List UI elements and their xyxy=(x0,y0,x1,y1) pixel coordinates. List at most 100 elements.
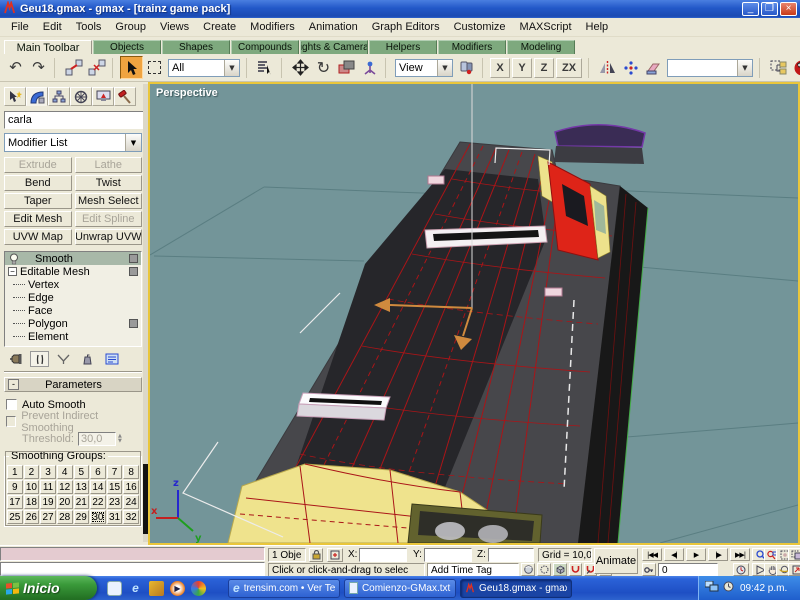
restrict-y-button[interactable]: Y xyxy=(512,58,532,78)
menu-item-modifiers[interactable]: Modifiers xyxy=(243,19,302,35)
mirror-button[interactable] xyxy=(596,56,619,79)
unlink-selection-button[interactable] xyxy=(85,56,108,79)
time-tag-field[interactable]: Add Time Tag xyxy=(427,563,519,577)
min-max-toggle-button[interactable] xyxy=(788,563,800,576)
x-coordinate-field[interactable] xyxy=(359,548,407,562)
smoothing-group-31[interactable]: 31 xyxy=(107,510,123,524)
smoothing-group-9[interactable]: 9 xyxy=(7,480,23,494)
array-button[interactable] xyxy=(619,56,642,79)
stack-item-face[interactable]: Face xyxy=(5,304,141,317)
undo-button[interactable]: ↶ xyxy=(4,56,27,79)
maximize-button[interactable]: ❐ xyxy=(761,2,778,16)
previous-frame-button[interactable]: ◀| xyxy=(664,548,684,561)
reference-coordinate-dropdown[interactable]: View ▼ xyxy=(395,59,453,77)
smoothing-group-21[interactable]: 21 xyxy=(74,495,90,509)
dropdown-arrow-icon[interactable]: ▼ xyxy=(737,60,752,76)
smoothing-group-29[interactable]: 29 xyxy=(74,510,90,524)
select-and-move-button[interactable] xyxy=(289,56,312,79)
smoothing-group-2[interactable]: 2 xyxy=(24,465,40,479)
smoothing-group-20[interactable]: 20 xyxy=(57,495,73,509)
restrict-x-button[interactable]: X xyxy=(490,58,510,78)
stack-onoff-swatch[interactable] xyxy=(129,254,138,263)
menu-item-edit[interactable]: Edit xyxy=(36,19,69,35)
smoothing-group-4[interactable]: 4 xyxy=(57,465,73,479)
stack-item-vertex[interactable]: Vertex xyxy=(5,278,141,291)
modifier-list-dropdown[interactable]: Modifier List ▼ xyxy=(4,133,142,152)
toolbar-tab-compounds[interactable]: Compounds xyxy=(231,40,299,54)
smoothing-group-16[interactable]: 16 xyxy=(123,480,139,494)
smoothing-group-8[interactable]: 8 xyxy=(123,465,139,479)
smoothing-group-5[interactable]: 5 xyxy=(74,465,90,479)
smoothing-group-18[interactable]: 18 xyxy=(24,495,40,509)
named-selection-dropdown[interactable]: ▼ xyxy=(667,59,753,77)
modifier-button-mesh-select[interactable]: Mesh Select xyxy=(75,193,143,209)
show-end-result-button[interactable] xyxy=(30,351,49,367)
menu-item-create[interactable]: Create xyxy=(196,19,243,35)
smoothing-group-25[interactable]: 25 xyxy=(7,510,23,524)
taskbar-window-2[interactable]: Comienzo-GMax.txt -... xyxy=(344,579,456,598)
time-configuration-icon[interactable] xyxy=(733,563,749,576)
dropdown-arrow-icon[interactable]: ▼ xyxy=(125,134,141,151)
dropdown-arrow-icon[interactable]: ▼ xyxy=(224,60,239,76)
smoothing-group-22[interactable]: 22 xyxy=(90,495,106,509)
toolbar-tab-shapes[interactable]: Shapes xyxy=(162,40,230,54)
y-coordinate-field[interactable] xyxy=(424,548,472,562)
auto-smooth-checkbox[interactable] xyxy=(6,399,17,410)
select-and-link-button[interactable] xyxy=(62,56,85,79)
stack-item-editable-mesh[interactable]: −Editable Mesh xyxy=(5,265,141,278)
snap-3d-icon[interactable] xyxy=(569,563,582,576)
smoothing-group-19[interactable]: 19 xyxy=(40,495,56,509)
minimize-button[interactable]: _ xyxy=(742,2,759,16)
smoothing-group-30[interactable]: 30 xyxy=(90,510,106,524)
remove-modifier-button[interactable] xyxy=(78,351,97,367)
macro-recorder-line[interactable] xyxy=(0,547,265,561)
menu-item-tools[interactable]: Tools xyxy=(69,19,109,35)
modifier-button-twist[interactable]: Twist xyxy=(75,175,143,191)
quicklaunch-mediaplayer-icon[interactable]: ▶ xyxy=(170,581,185,596)
select-and-scale-button[interactable] xyxy=(335,56,358,79)
tab-modify[interactable] xyxy=(26,87,48,106)
crossing-selection-icon[interactable] xyxy=(553,563,567,576)
restrict-z-button[interactable]: Z xyxy=(534,58,554,78)
smoothing-group-12[interactable]: 12 xyxy=(57,480,73,494)
smoothing-group-26[interactable]: 26 xyxy=(24,510,40,524)
quicklaunch-ie-icon[interactable]: e xyxy=(128,581,143,596)
menu-item-group[interactable]: Group xyxy=(108,19,153,35)
smoothing-group-24[interactable]: 24 xyxy=(123,495,139,509)
smoothing-group-32[interactable]: 32 xyxy=(123,510,139,524)
toolbar-tab-modeling[interactable]: Modeling xyxy=(507,40,575,54)
smoothing-group-6[interactable]: 6 xyxy=(90,465,106,479)
select-and-manipulate-button[interactable] xyxy=(358,56,381,79)
viewport-label[interactable]: Perspective xyxy=(156,87,218,99)
quicklaunch-browser-icon[interactable] xyxy=(191,581,206,596)
modifier-button-uvw-map[interactable]: UVW Map xyxy=(4,229,72,245)
key-mode-icon[interactable] xyxy=(642,563,656,576)
network-icon[interactable] xyxy=(705,581,719,595)
quicklaunch-notepad-icon[interactable] xyxy=(107,581,122,596)
stack-onoff-swatch[interactable] xyxy=(129,267,138,276)
animate-button[interactable]: Animate xyxy=(594,548,638,574)
toolbar-tab-objects[interactable]: Objects xyxy=(93,40,161,54)
toolbar-tab-main-toolbar[interactable]: Main Toolbar xyxy=(4,40,92,54)
tab-hierarchy[interactable] xyxy=(48,87,70,106)
zoom-extents-all-button[interactable] xyxy=(788,548,800,561)
perspective-viewport[interactable]: z x y Perspective xyxy=(148,82,800,545)
smoothing-group-11[interactable]: 11 xyxy=(40,480,56,494)
toolbar-tab-lights-cameras[interactable]: Lights & Cameras xyxy=(300,40,368,54)
viewport-canvas[interactable]: z x y xyxy=(150,84,798,543)
select-object-button[interactable] xyxy=(120,56,143,79)
smoothing-group-3[interactable]: 3 xyxy=(40,465,56,479)
play-button[interactable]: ▶ xyxy=(686,548,706,561)
stack-item-edge[interactable]: Edge xyxy=(5,291,141,304)
start-button[interactable]: Inicio xyxy=(0,576,97,600)
taskbar-window-3[interactable]: Geu18.gmax - gmax -... xyxy=(460,579,572,598)
redo-button[interactable]: ↷ xyxy=(27,56,50,79)
menu-item-animation[interactable]: Animation xyxy=(302,19,365,35)
use-pivot-point-button[interactable] xyxy=(455,56,478,79)
parameters-rollout-header[interactable]: - Parameters xyxy=(4,377,142,392)
degradation-override-icon[interactable] xyxy=(521,563,535,576)
menu-item-maxscript[interactable]: MAXScript xyxy=(513,19,579,35)
restrict-plane-button[interactable]: ZX xyxy=(556,58,582,78)
go-to-start-button[interactable]: |◀◀ xyxy=(642,548,662,561)
taskbar-window-1[interactable]: etrensim.com • Ver Te... xyxy=(228,579,340,598)
